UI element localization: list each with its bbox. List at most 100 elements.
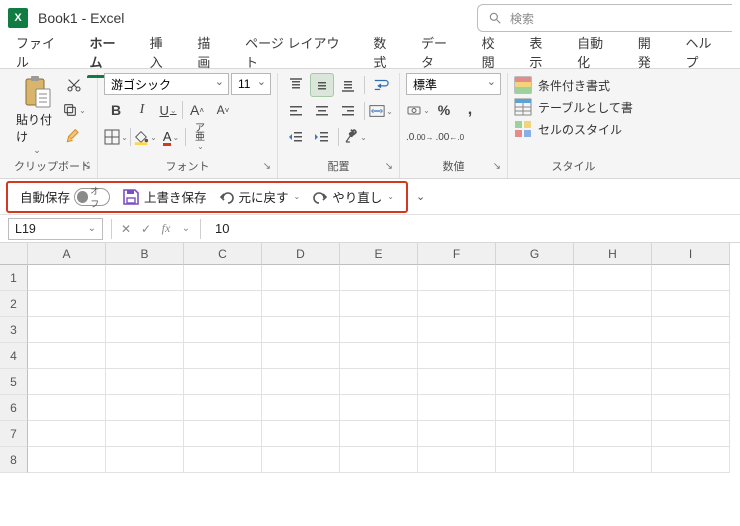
tab-home[interactable]: ホーム <box>79 27 137 77</box>
cell[interactable] <box>28 369 106 395</box>
dialog-launcher-icon[interactable]: ↘ <box>83 161 91 172</box>
save-button[interactable]: 上書き保存 <box>118 185 211 208</box>
cell[interactable] <box>106 343 184 369</box>
cell[interactable] <box>496 343 574 369</box>
row-header[interactable]: 2 <box>0 291 28 317</box>
accounting-format-button[interactable]: ⌄ <box>406 98 430 122</box>
column-header[interactable]: E <box>340 243 418 265</box>
tab-help[interactable]: ヘルプ <box>675 27 734 77</box>
tab-file[interactable]: ファイル <box>6 27 77 77</box>
cell[interactable] <box>652 421 730 447</box>
cell[interactable] <box>262 317 340 343</box>
cell[interactable] <box>262 395 340 421</box>
column-header[interactable]: A <box>28 243 106 265</box>
tab-insert[interactable]: 挿入 <box>140 27 186 77</box>
cell[interactable] <box>574 395 652 421</box>
cell[interactable] <box>574 343 652 369</box>
cell[interactable] <box>340 447 418 473</box>
fill-color-button[interactable]: ⌄ <box>133 125 157 149</box>
align-top-button[interactable] <box>284 73 308 97</box>
row-header[interactable]: 1 <box>0 265 28 291</box>
cancel-formula-button[interactable]: ✕ <box>116 222 136 236</box>
column-header[interactable]: C <box>184 243 262 265</box>
align-right-button[interactable] <box>336 99 360 123</box>
row-header[interactable]: 6 <box>0 395 28 421</box>
cell[interactable] <box>184 291 262 317</box>
font-color-button[interactable]: A⌄ <box>159 125 183 149</box>
align-left-button[interactable] <box>284 99 308 123</box>
cell[interactable] <box>652 369 730 395</box>
cell[interactable] <box>418 369 496 395</box>
cell[interactable] <box>652 447 730 473</box>
cell[interactable] <box>496 317 574 343</box>
cell[interactable] <box>28 291 106 317</box>
row-header[interactable]: 4 <box>0 343 28 369</box>
grow-font-button[interactable]: A˄ <box>185 98 209 122</box>
number-format-select[interactable] <box>406 73 501 95</box>
cell[interactable] <box>106 317 184 343</box>
select-all-corner[interactable] <box>0 243 28 265</box>
tab-formulas[interactable]: 数式 <box>363 27 409 77</box>
cell[interactable] <box>28 421 106 447</box>
font-size-select[interactable] <box>231 73 271 95</box>
dialog-launcher-icon[interactable]: ↘ <box>493 161 501 172</box>
cell[interactable] <box>28 317 106 343</box>
cell[interactable] <box>418 395 496 421</box>
cell[interactable] <box>574 317 652 343</box>
italic-button[interactable]: I <box>130 98 154 122</box>
cell[interactable] <box>184 265 262 291</box>
cell[interactable] <box>652 343 730 369</box>
cell[interactable] <box>262 265 340 291</box>
tab-view[interactable]: 表示 <box>519 27 565 77</box>
conditional-format-button[interactable]: 条件付き書式 <box>514 76 633 94</box>
cell[interactable] <box>418 421 496 447</box>
tab-developer[interactable]: 開発 <box>628 27 674 77</box>
column-header[interactable]: B <box>106 243 184 265</box>
cell[interactable] <box>184 369 262 395</box>
cell[interactable] <box>184 447 262 473</box>
column-header[interactable]: I <box>652 243 730 265</box>
cell[interactable] <box>184 395 262 421</box>
cell[interactable] <box>496 447 574 473</box>
cell[interactable] <box>28 447 106 473</box>
row-header[interactable]: 8 <box>0 447 28 473</box>
cell[interactable] <box>418 265 496 291</box>
cut-button[interactable] <box>62 73 86 97</box>
dialog-launcher-icon[interactable]: ↘ <box>385 161 393 172</box>
decrease-decimal-button[interactable]: .00←.0 <box>435 125 464 149</box>
borders-button[interactable]: ⌄ <box>104 125 128 149</box>
increase-indent-button[interactable] <box>310 125 334 149</box>
tab-pagelayout[interactable]: ページ レイアウト <box>235 27 361 77</box>
cell[interactable] <box>574 291 652 317</box>
cell[interactable] <box>106 447 184 473</box>
cell[interactable] <box>496 395 574 421</box>
wrap-text-button[interactable] <box>369 73 393 97</box>
comma-button[interactable]: , <box>458 98 482 122</box>
tab-review[interactable]: 校閲 <box>472 27 518 77</box>
row-header[interactable]: 7 <box>0 421 28 447</box>
cell[interactable] <box>28 265 106 291</box>
cell[interactable] <box>262 447 340 473</box>
cell[interactable] <box>652 395 730 421</box>
insert-function-button[interactable]: fx <box>156 221 176 236</box>
font-name-select[interactable] <box>104 73 229 95</box>
cell[interactable] <box>262 291 340 317</box>
name-box[interactable]: L19 ⌄ <box>8 218 103 240</box>
cell[interactable] <box>496 265 574 291</box>
qat-customize-button[interactable]: ⌄ <box>416 190 425 203</box>
undo-button[interactable]: 元に戻す ⌄ <box>215 185 305 208</box>
redo-button[interactable]: やり直し ⌄ <box>308 185 398 208</box>
cell[interactable] <box>340 343 418 369</box>
row-header[interactable]: 3 <box>0 317 28 343</box>
cell[interactable] <box>28 343 106 369</box>
align-middle-button[interactable] <box>310 73 334 97</box>
bold-button[interactable]: B <box>104 98 128 122</box>
row-header[interactable]: 5 <box>0 369 28 395</box>
cell[interactable] <box>106 421 184 447</box>
decrease-indent-button[interactable] <box>284 125 308 149</box>
align-bottom-button[interactable] <box>336 73 360 97</box>
cell[interactable] <box>106 395 184 421</box>
cell[interactable] <box>106 265 184 291</box>
cell[interactable] <box>262 421 340 447</box>
column-header[interactable]: F <box>418 243 496 265</box>
